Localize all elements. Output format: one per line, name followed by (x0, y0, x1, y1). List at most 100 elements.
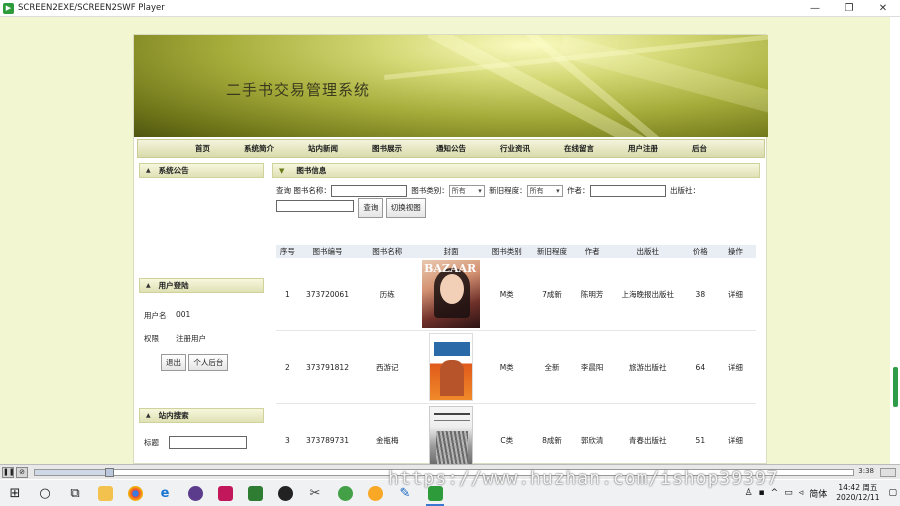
windows-start-icon[interactable]: ⊞ (0, 480, 30, 506)
personal-center-button[interactable]: 个人后台 (188, 354, 229, 371)
category-select[interactable]: 所有 (448, 185, 485, 197)
network-icon[interactable]: ▭ (784, 488, 793, 498)
notification-icon[interactable]: ▢ (888, 488, 897, 498)
app-icon-yellow[interactable] (360, 480, 390, 506)
tray-expand-icon[interactable]: ^ (771, 488, 779, 498)
file-explorer-icon[interactable] (90, 480, 120, 506)
seek-thumb[interactable] (104, 467, 114, 477)
search-title-input[interactable] (169, 436, 247, 449)
collapse-triangle-icon: ▲ (146, 282, 151, 289)
tray-app-icon[interactable]: ▪ (759, 488, 765, 498)
nav-intro[interactable]: 系统简介 (244, 143, 274, 154)
left-sidebar: ▲ 系统公告 ▲ 用户登陆 用户名 001 权限 注册用户 退出 个人后台 ▲ … (139, 163, 264, 463)
col-category: 图书类别 (484, 245, 530, 258)
edge-icon[interactable]: e (150, 480, 180, 506)
login-header: ▲ 用户登陆 (139, 278, 264, 293)
site-banner: 二手书交易管理系统 (134, 35, 768, 137)
taskbar-clock[interactable]: 14:42 周五 2020/12/11 (836, 483, 879, 503)
people-icon[interactable]: ♙ (744, 488, 752, 498)
seek-progress (35, 469, 109, 475)
app-icon-purple[interactable] (180, 480, 210, 506)
clock-date: 2020/12/11 (836, 493, 880, 502)
nav-admin[interactable]: 后台 (692, 143, 707, 154)
book-cover-image[interactable] (429, 333, 474, 401)
cell-cover (418, 330, 485, 404)
book-info-header: ▼ 图书信息 (272, 163, 760, 178)
table-row: 3 373789731 金瓶梅 C类 8成新 郭欣清 青春出版社 51 详细 (276, 403, 756, 464)
book-cover-image[interactable] (429, 406, 474, 464)
detail-link[interactable]: 详细 (714, 330, 756, 404)
book-table: 序号 图书编号 图书名称 封面 图书类别 新旧程度 作者 出版社 价格 操作 1 (276, 245, 756, 464)
cell-cover (418, 403, 485, 464)
cell-price: 38 (685, 258, 715, 331)
cell-name: 西游记 (356, 330, 419, 404)
close-icon[interactable]: ✕ (866, 0, 900, 17)
query-form: 查询 图书名称： 图书类别：所有 新旧程度：所有 作者： 出版社： 查询 切换视… (276, 184, 760, 218)
book-name-input[interactable] (330, 185, 407, 197)
qq-icon[interactable] (270, 480, 300, 506)
nav-home[interactable]: 首页 (195, 143, 210, 154)
author-input[interactable] (589, 185, 666, 197)
restore-icon[interactable]: ❐ (832, 0, 866, 17)
window-titlebar: ▶ SCREEN2EXE/SCREEN2SWF Player — ❐ ✕ (0, 0, 900, 17)
collapse-triangle-icon: ▲ (146, 167, 151, 174)
nav-messages[interactable]: 在线留言 (564, 143, 594, 154)
nav-notices[interactable]: 通知公告 (436, 143, 466, 154)
detail-link[interactable]: 详细 (714, 403, 756, 464)
chrome-icon[interactable] (120, 480, 150, 506)
cell-seq: 1 (276, 258, 299, 331)
cell-author: 李晨阳 (574, 330, 610, 404)
col-price: 价格 (685, 245, 715, 258)
col-publisher: 出版社 (609, 245, 686, 258)
stop-icon[interactable]: ⊘ (16, 466, 28, 478)
detail-link[interactable]: 详细 (714, 258, 756, 331)
nav-register[interactable]: 用户注册 (628, 143, 658, 154)
cover-masthead: BAZAAR (424, 262, 477, 275)
app-icon-green[interactable] (330, 480, 360, 506)
publisher-input[interactable] (276, 199, 354, 212)
scroll-indicator[interactable] (893, 367, 898, 407)
app-icon-editor[interactable] (240, 480, 270, 506)
cell-seq: 2 (276, 330, 299, 404)
cell-category: M类 (484, 330, 530, 404)
cell-condition: 全新 (529, 330, 575, 404)
notice-body (139, 178, 264, 278)
tools-icon[interactable]: ✂ (300, 480, 330, 506)
pause-icon[interactable]: ❚❚ (2, 466, 15, 478)
book-cover-image[interactable]: BAZAAR (422, 260, 481, 328)
task-view-icon[interactable]: ⧉ (60, 480, 90, 506)
login-body: 用户名 001 权限 注册用户 退出 个人后台 (139, 310, 264, 408)
window-title: SCREEN2EXE/SCREEN2SWF Player (18, 3, 165, 13)
col-code: 图书编号 (298, 245, 357, 258)
username-value: 001 (176, 310, 191, 319)
cell-category: M类 (484, 258, 530, 331)
nav-books[interactable]: 图书展示 (372, 143, 402, 154)
publisher-label: 出版社： (669, 186, 700, 195)
volume-icon[interactable] (880, 467, 896, 477)
search-button[interactable]: 查询 (358, 198, 384, 218)
logout-button[interactable]: 退出 (161, 354, 186, 371)
nav-industry[interactable]: 行业资讯 (500, 143, 530, 154)
cell-code: 373720061 (298, 258, 357, 331)
search-icon[interactable]: ○ (30, 480, 60, 506)
cell-publisher: 旅游出版社 (609, 330, 686, 404)
clock-time: 14:42 周五 (838, 483, 878, 492)
cell-condition: 7成新 (529, 258, 575, 331)
search-header-label: 站内搜索 (158, 411, 189, 420)
condition-select[interactable]: 所有 (526, 185, 563, 197)
nav-news[interactable]: 站内新闻 (308, 143, 338, 154)
cell-name: 金瓶梅 (356, 403, 419, 464)
category-label: 图书类别： (411, 186, 449, 195)
cell-code: 373789731 (298, 403, 357, 464)
web-page: 二手书交易管理系统 首页 系统简介 站内新闻 图书展示 通知公告 行业资讯 在线… (133, 34, 768, 464)
minimize-icon[interactable]: — (798, 0, 832, 17)
book-info-title: 图书信息 (296, 166, 327, 175)
table-row: 2 373791812 西游记 M类 全新 李晨阳 旅游出版社 64 详细 (276, 330, 756, 404)
ime-icon[interactable]: 简体 (809, 487, 827, 500)
app-icon-ide[interactable] (210, 480, 240, 506)
cell-publisher: 上海晚报出版社 (609, 258, 686, 331)
switch-view-button[interactable]: 切换视图 (385, 198, 426, 218)
volume-tray-icon[interactable]: ◃ (799, 488, 804, 498)
collapse-triangle-icon: ▲ (146, 412, 151, 419)
search-body: 标题 (139, 436, 264, 449)
